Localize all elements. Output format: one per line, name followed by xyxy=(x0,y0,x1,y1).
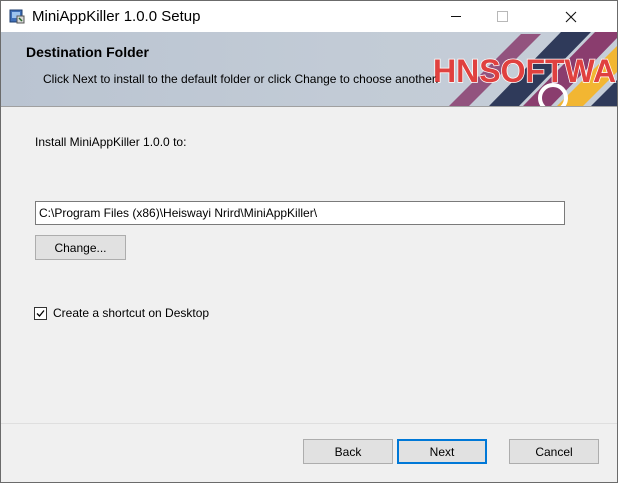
maximize-button xyxy=(479,1,525,32)
page-title: Destination Folder xyxy=(26,44,149,60)
shortcut-option[interactable]: Create a shortcut on Desktop xyxy=(34,305,209,321)
close-icon xyxy=(565,11,577,22)
checkmark-icon xyxy=(36,309,45,317)
title-bar[interactable]: MiniAppKiller 1.0.0 Setup xyxy=(1,1,617,32)
change-button[interactable]: Change... xyxy=(35,235,126,260)
minimize-icon xyxy=(451,16,461,17)
back-button[interactable]: Back xyxy=(303,439,393,464)
installer-app-icon xyxy=(9,9,25,24)
next-button[interactable]: Next xyxy=(397,439,487,464)
minimize-button[interactable] xyxy=(433,1,479,32)
install-path-field[interactable] xyxy=(35,201,565,225)
header-banner: HNSOFTWARE Destination Folder Click Next… xyxy=(1,32,617,107)
close-button[interactable] xyxy=(525,1,617,32)
install-location-label: Install MiniAppKiller 1.0.0 to: xyxy=(35,135,187,149)
cancel-button[interactable]: Cancel xyxy=(509,439,599,464)
setup-window: MiniAppKiller 1.0.0 Setup HNSOFTWARE Des… xyxy=(0,0,618,483)
maximize-icon xyxy=(496,11,508,22)
window-title: MiniAppKiller 1.0.0 Setup xyxy=(32,8,201,25)
content-area xyxy=(1,107,617,423)
shortcut-label: Create a shortcut on Desktop xyxy=(53,306,210,320)
svg-text:HNSOFTWARE: HNSOFTWARE xyxy=(433,53,617,89)
footer-divider xyxy=(1,423,617,424)
page-description: Click Next to install to the default fol… xyxy=(43,72,439,86)
shortcut-checkbox[interactable] xyxy=(34,306,47,320)
